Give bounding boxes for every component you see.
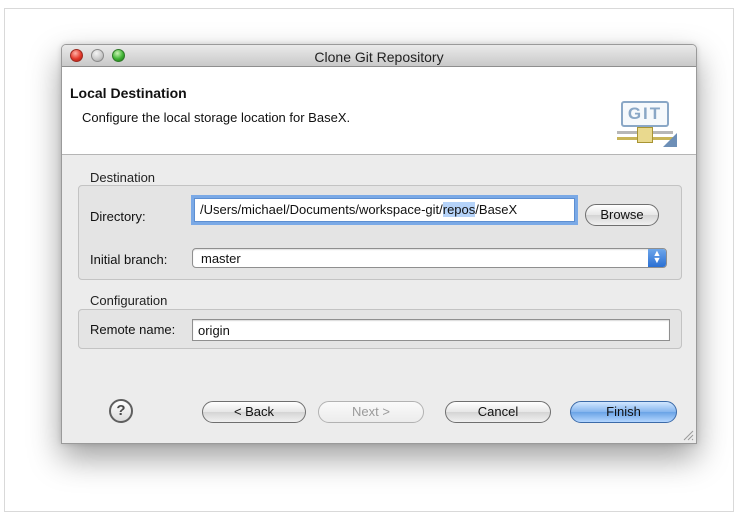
page-title: Local Destination (70, 85, 187, 101)
browse-button[interactable]: Browse (585, 204, 659, 226)
wizard-banner: Local Destination Configure the local st… (62, 67, 696, 155)
cancel-button[interactable]: Cancel (445, 401, 551, 423)
up-down-arrows-icon: ▲ ▼ (648, 249, 666, 267)
remote-name-input[interactable]: origin (192, 319, 670, 341)
help-icon[interactable]: ? (109, 399, 133, 423)
page-description: Configure the local storage location for… (82, 110, 351, 125)
finish-button[interactable]: Finish (570, 401, 677, 423)
initial-branch-select[interactable]: master ▲ ▼ (192, 248, 667, 268)
initial-branch-label: Initial branch: (90, 252, 168, 267)
window-title: Clone Git Repository (314, 49, 444, 65)
remote-name-label: Remote name: (90, 322, 176, 337)
directory-input[interactable]: /Users/michael/Documents/workspace-git/r… (194, 198, 575, 222)
git-logo-icon: GIT (617, 95, 689, 151)
resize-grip-icon[interactable] (682, 429, 694, 441)
configuration-group-title: Configuration (90, 293, 168, 308)
git-logo-text: GIT (621, 101, 669, 127)
next-button[interactable]: Next > (318, 401, 424, 423)
initial-branch-value: master (201, 251, 241, 266)
directory-selected-text: repos (442, 202, 476, 217)
back-button[interactable]: < Back (202, 401, 306, 423)
title-bar[interactable]: Clone Git Repository (62, 45, 696, 67)
directory-label: Directory: (90, 209, 146, 224)
destination-group-title: Destination (90, 170, 156, 185)
clone-git-repository-dialog: Clone Git Repository Local Destination C… (61, 44, 697, 444)
